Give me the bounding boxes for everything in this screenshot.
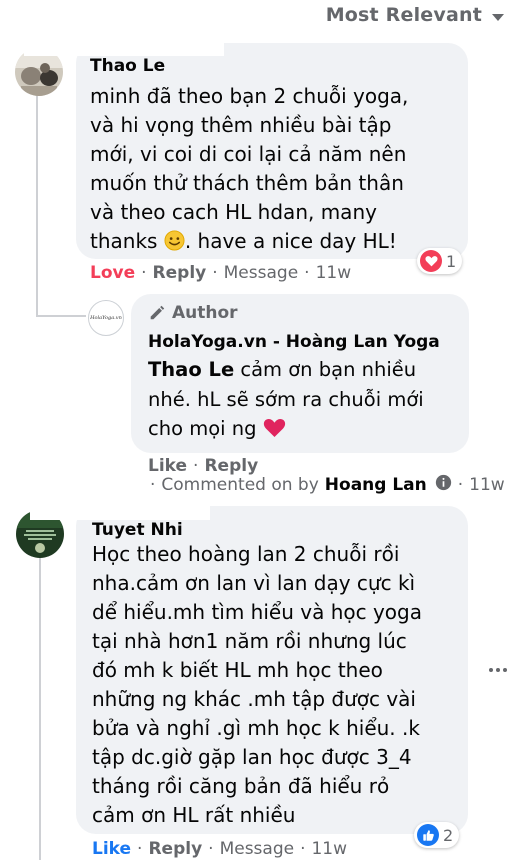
message-link[interactable]: Message — [224, 263, 299, 283]
thread-line — [36, 94, 38, 316]
comment-actions: Like · Reply · Message · 11w — [92, 839, 347, 859]
timestamp[interactable]: 11w — [316, 263, 352, 283]
author-badge: Author — [148, 303, 238, 323]
sort-dropdown[interactable]: Most Relevant — [326, 4, 504, 26]
separator: · — [300, 839, 306, 859]
separator: · — [193, 456, 199, 476]
separator: · — [137, 839, 143, 859]
comment-text: Học theo hoàng lan 2 chuỗi rồi nha.cảm ơ… — [92, 540, 464, 830]
comment-text-part: thanks — [90, 229, 164, 253]
page-avatar-logo: HolaYoga.vn — [90, 315, 122, 321]
red-heart-icon — [263, 419, 285, 438]
reaction-summary[interactable]: 2 — [414, 822, 460, 848]
separator: · — [150, 475, 156, 495]
comment-author[interactable]: Thao Le — [90, 56, 165, 76]
reply-link[interactable]: Reply — [204, 456, 258, 476]
chevron-down-icon — [492, 13, 504, 21]
timestamp[interactable]: 11w — [311, 839, 347, 859]
comment-line: dể hiểu.mh tìm hiểu và học yoga — [92, 600, 422, 624]
reaction-summary[interactable]: 1 — [417, 248, 463, 274]
commented-by-prefix: Commented on by — [161, 475, 319, 495]
timestamp[interactable]: 11w — [469, 475, 505, 495]
author-name-mask — [24, 36, 224, 56]
comment-text-part: . have a nice day HL! — [184, 229, 397, 253]
pencil-icon — [150, 305, 165, 320]
info-icon[interactable] — [435, 474, 452, 496]
thread-line-branch — [36, 315, 86, 317]
comment-line: cảm ơn HL rất nhiều — [92, 803, 296, 827]
comment-text: minh đã theo bạn 2 chuỗi yoga, và hi vọn… — [90, 82, 462, 256]
commented-by-name[interactable]: Hoang Lan — [325, 475, 427, 495]
reply-text-part: cho mọi ng — [148, 417, 263, 440]
love-link[interactable]: Love — [90, 263, 135, 283]
reply-text: Thao Le cảm ơn bạn nhiều nhé. hL sẽ sớm … — [148, 355, 466, 444]
reply-text-part: cảm ơn bạn nhiều — [234, 358, 417, 381]
like-link[interactable]: Like — [92, 839, 131, 859]
comment-line: tại nhà hơn1 năm rồi nhưng lúc — [92, 629, 407, 653]
comment-line: và hi vọng thêm nhiều bài tập — [90, 113, 392, 137]
separator: · — [457, 475, 464, 495]
reply-author[interactable]: HolaYoga.vn - Hoàng Lan Yoga — [148, 332, 440, 352]
separator: · — [304, 263, 310, 283]
comment-line: Học theo hoàng lan 2 chuỗi rồi — [92, 542, 400, 566]
reaction-count: 2 — [443, 825, 454, 845]
comment-line: nha.cảm ơn lan vì lan dạy cực kì — [92, 571, 416, 595]
reply-line: cho mọi ng — [148, 414, 466, 444]
comment-line: tập dc.giờ gặp lan học được 3_4 — [92, 745, 412, 769]
comment-line: minh đã theo bạn 2 chuỗi yoga, — [90, 84, 409, 108]
page-avatar[interactable]: HolaYoga.vn — [88, 300, 124, 336]
more-options-icon[interactable] — [489, 668, 507, 672]
separator: · — [208, 839, 214, 859]
reply-line: Thao Le cảm ơn bạn nhiều — [148, 355, 466, 385]
comment-line: tháng rồi căng bản đã hiểu rỏ — [92, 774, 390, 798]
comment-line: muốn thử thách thêm bản thân — [90, 171, 404, 195]
author-badge-label: Author — [172, 303, 238, 323]
comment-line: đó mh k biết HL mh học theo — [92, 658, 383, 682]
reply-link[interactable]: Reply — [153, 263, 207, 283]
comment-line: bửa và nghỉ .gì mh học k hiểu. .k — [92, 716, 420, 740]
comment-line: thanks . have a nice day HL! — [90, 227, 462, 256]
comment-line: và theo cach HL hdan, many — [90, 200, 377, 224]
reply-line: nhé. hL sẽ sớm ra chuỗi mới — [148, 387, 424, 411]
separator: · — [212, 263, 218, 283]
sort-label: Most Relevant — [325, 4, 482, 26]
comment-line: mới, vi coi di coi lại cả năm nên — [90, 142, 407, 166]
comment-actions: Love · Reply · Message · 11w — [90, 263, 351, 283]
reply-actions: Like · Reply — [148, 456, 258, 476]
commented-by: · Commented on by Hoang Lan · 11w — [150, 474, 505, 496]
reaction-count: 1 — [446, 251, 457, 271]
like-link[interactable]: Like — [148, 456, 187, 476]
love-reaction-icon — [420, 250, 442, 272]
like-reaction-icon — [417, 824, 439, 846]
author-name-mask — [30, 500, 210, 520]
message-link[interactable]: Message — [220, 839, 295, 859]
thread-line — [39, 558, 41, 860]
reply-link[interactable]: Reply — [148, 839, 202, 859]
comment-line: những ng khác .mh tập được vài — [92, 687, 416, 711]
smiling-face-icon — [164, 230, 185, 251]
comment-author[interactable]: Tuyet Nhi — [92, 520, 183, 540]
separator: · — [141, 263, 147, 283]
mention-link[interactable]: Thao Le — [148, 358, 234, 381]
